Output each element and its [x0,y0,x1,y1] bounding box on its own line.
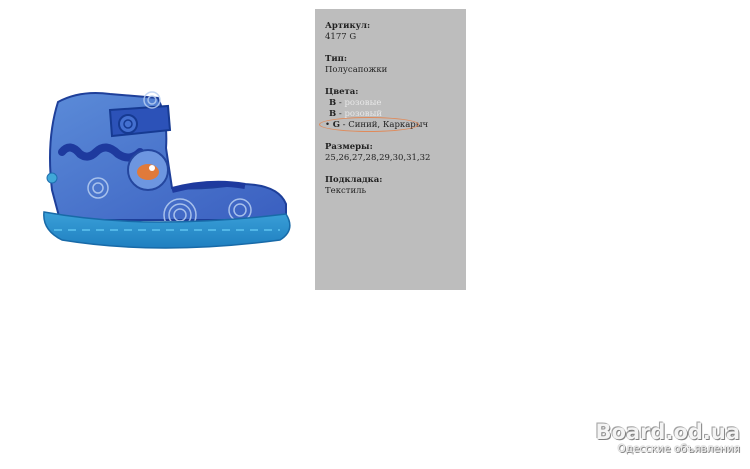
color-option[interactable]: B - розовые [325,98,456,109]
product-photo [43,91,291,249]
selection-highlight-ellipse [319,117,419,132]
article-value: 4177 G [325,32,357,42]
sizes-group: Размеры: 25,26,27,28,29,30,31,32 [325,142,456,164]
color-option-selected[interactable]: • G - Синий, Каркарыч [319,117,456,132]
type-value: Полусапожки [325,65,388,75]
watermark-subtitle: Одесские объявления [617,443,741,455]
article-label: Артикул: [325,21,371,31]
sizes-label: Размеры: [325,142,373,152]
watermark-title: Board.od.ua [595,420,740,444]
lining-value: Текстиль [325,186,367,196]
color-name: розовые [344,98,382,108]
site-watermark: Board.od.ua Одесские объявления [595,421,740,455]
product-info-panel: Артикул: 4177 G Тип: Полусапожки Цвета: … [315,9,466,290]
article-group: Артикул: 4177 G [325,21,456,43]
lining-group: Подкладка: Текстиль [325,175,456,197]
colors-group: Цвета: B - розовые B - розовый • G - Син… [319,87,456,132]
colors-label: Цвета: [325,87,359,97]
type-label: Тип: [325,54,347,64]
sizes-value: 25,26,27,28,29,30,31,32 [325,153,431,163]
lining-label: Подкладка: [325,175,383,185]
type-group: Тип: Полусапожки [325,54,456,76]
